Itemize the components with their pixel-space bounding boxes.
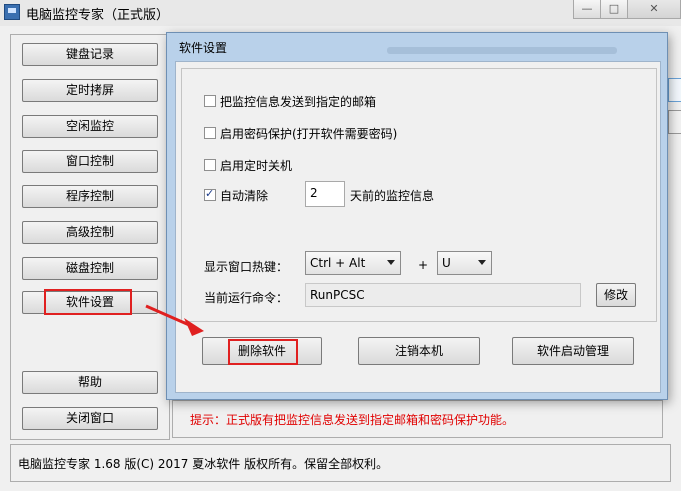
annotation-arrow xyxy=(145,304,204,336)
